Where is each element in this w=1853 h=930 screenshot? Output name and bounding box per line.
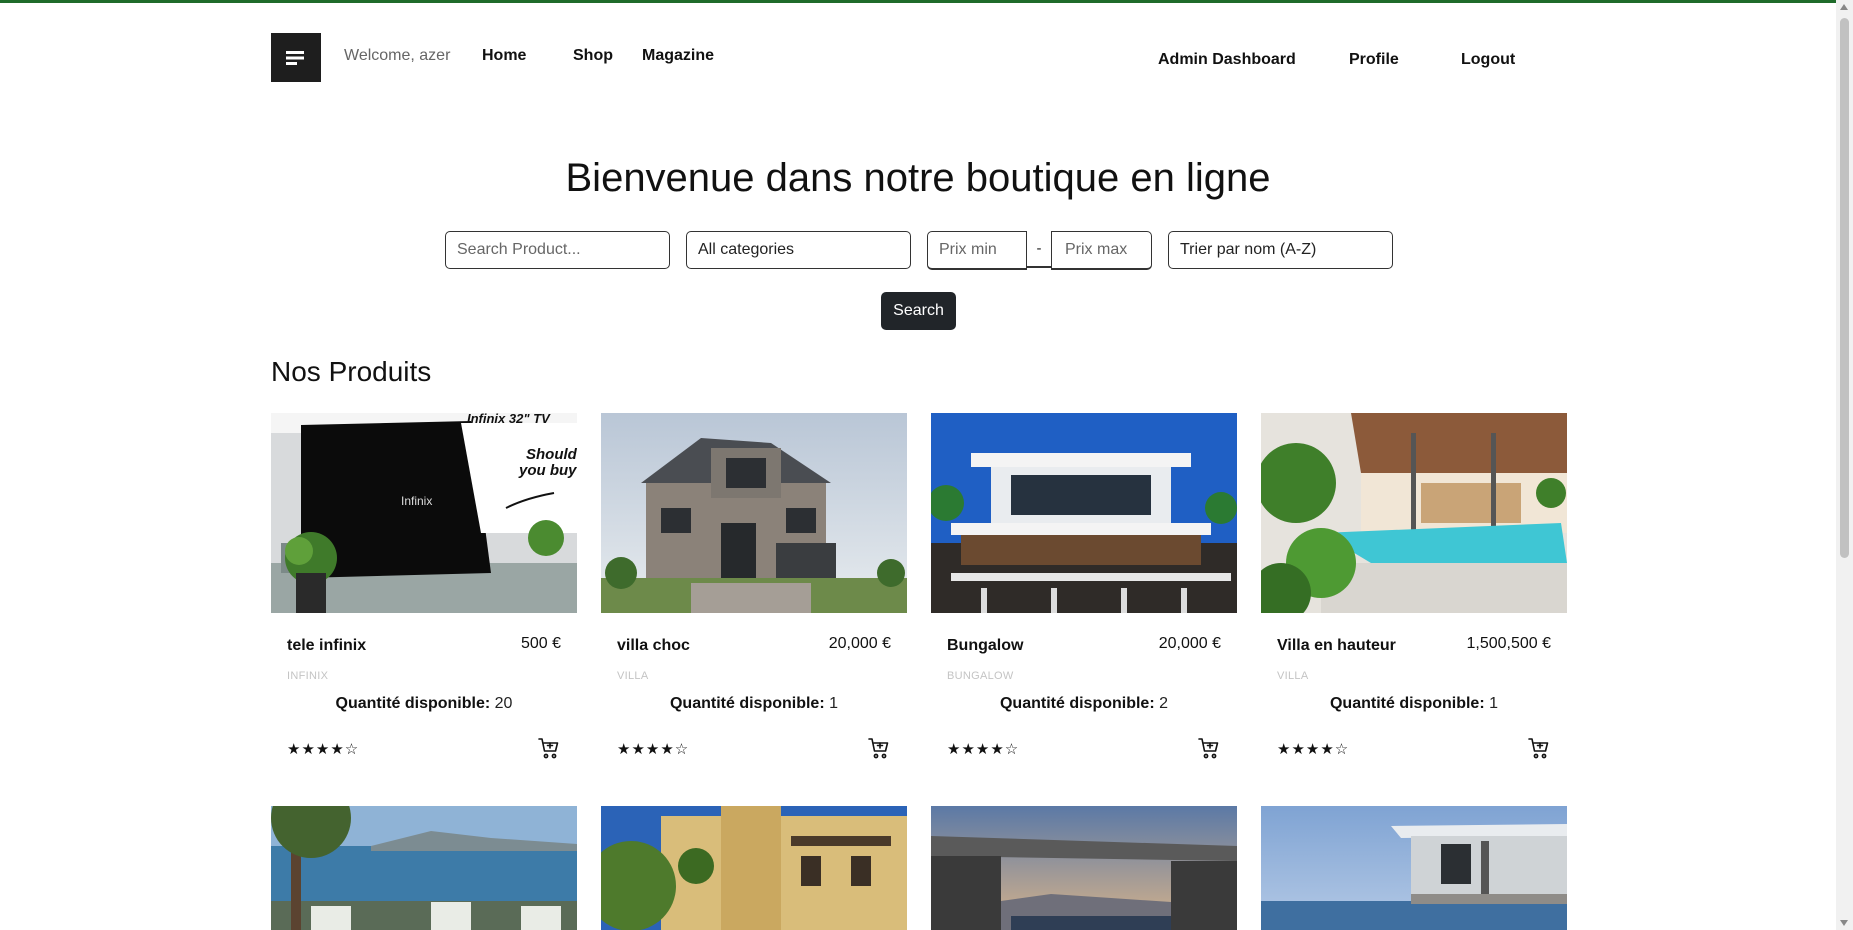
- product-brand: VILLA: [617, 670, 649, 682]
- sort-select[interactable]: Trier par nom (A-Z): [1168, 231, 1393, 269]
- price-max-input[interactable]: Prix max: [1051, 231, 1152, 270]
- product-card[interactable]: Bungalow 20,000 € BUNGALOW Quantité disp…: [931, 413, 1237, 759]
- product-name[interactable]: villa choc: [617, 637, 690, 655]
- nav-home-link[interactable]: Home: [482, 47, 526, 65]
- product-card[interactable]: villa choc 20,000 € VILLA Quantité dispo…: [601, 413, 907, 759]
- product-image[interactable]: [1261, 413, 1567, 613]
- product-image[interactable]: [601, 806, 907, 930]
- top-accent-line: [0, 0, 1853, 3]
- product-image[interactable]: [1261, 806, 1567, 930]
- quantity-value: 2: [1159, 695, 1169, 712]
- welcome-text: Welcome, azer: [344, 47, 451, 64]
- star-rating: ★★★★☆: [617, 741, 690, 758]
- search-button[interactable]: Search: [881, 292, 956, 330]
- admin-dashboard-link[interactable]: Admin Dashboard: [1158, 51, 1296, 69]
- product-card[interactable]: [271, 806, 577, 930]
- product-card[interactable]: Villa en hauteur 1,500,500 € VILLA Quant…: [1261, 413, 1567, 759]
- quantity-label: Quantité disponible:: [1329, 695, 1485, 712]
- star-rating: ★★★★☆: [947, 741, 1020, 758]
- product-name[interactable]: Bungalow: [947, 637, 1023, 655]
- tv-logo-text: Infinix: [401, 494, 432, 508]
- logout-link[interactable]: Logout: [1461, 51, 1515, 69]
- cart-plus-icon[interactable]: [1527, 736, 1551, 760]
- product-quantity: Quantité disponible: 1: [1261, 695, 1567, 713]
- product-quantity: Quantité disponible: 2: [931, 695, 1237, 713]
- profile-link[interactable]: Profile: [1349, 51, 1399, 69]
- product-brand: BUNGALOW: [947, 670, 1014, 682]
- nav-shop-link[interactable]: Shop: [573, 47, 613, 65]
- cart-plus-icon[interactable]: [867, 736, 891, 760]
- product-image[interactable]: [601, 413, 907, 613]
- cart-plus-icon[interactable]: [537, 736, 561, 760]
- category-select[interactable]: All categories: [686, 231, 911, 269]
- quantity-label: Quantité disponible:: [335, 695, 491, 712]
- product-image[interactable]: [271, 806, 577, 930]
- product-card[interactable]: [601, 806, 907, 930]
- product-price: 1,500,500 €: [1466, 635, 1551, 652]
- product-brand: INFINIX: [287, 670, 329, 682]
- search-input[interactable]: Search Product...: [445, 231, 670, 269]
- product-price: 500 €: [520, 635, 561, 652]
- product-image[interactable]: Infinix Infinix 32" TV Should you buy: [271, 413, 577, 613]
- quantity-label: Quantité disponible:: [999, 695, 1155, 712]
- product-quantity: Quantité disponible: 1: [601, 695, 907, 713]
- product-card[interactable]: [1261, 806, 1567, 930]
- product-quantity: Quantité disponible: 20: [271, 695, 577, 713]
- quantity-value: 1: [829, 695, 839, 712]
- product-name[interactable]: tele infinix: [287, 637, 366, 655]
- menu-icon: [286, 50, 304, 65]
- scrollbar-thumb[interactable]: [1840, 18, 1849, 558]
- tv-model-text: Infinix 32" TV: [467, 413, 551, 426]
- products-section-title: Nos Produits: [271, 356, 432, 387]
- menu-button[interactable]: [271, 33, 321, 82]
- price-min-input[interactable]: Prix min: [927, 231, 1027, 270]
- product-card[interactable]: [931, 806, 1237, 930]
- scroll-down-icon[interactable]: [1840, 920, 1848, 926]
- product-image[interactable]: [931, 806, 1237, 930]
- cart-plus-icon[interactable]: [1197, 736, 1221, 760]
- page-title: Bienvenue dans notre boutique en ligne: [565, 156, 1271, 200]
- product-name[interactable]: Villa en hauteur: [1277, 637, 1396, 655]
- vertical-scrollbar[interactable]: [1836, 0, 1853, 930]
- product-price: 20,000 €: [1158, 635, 1221, 652]
- product-price: 20,000 €: [828, 635, 891, 652]
- product-brand: VILLA: [1277, 670, 1309, 682]
- star-rating: ★★★★☆: [287, 741, 360, 758]
- quantity-value: 20: [494, 695, 513, 712]
- price-range: Prix min - Prix max: [927, 231, 1152, 270]
- tv-headline-2: you buy: [518, 462, 577, 479]
- product-image[interactable]: [931, 413, 1237, 613]
- star-rating: ★★★★☆: [1277, 741, 1350, 758]
- price-separator: -: [1027, 231, 1051, 268]
- quantity-label: Quantité disponible:: [669, 695, 825, 712]
- quantity-value: 1: [1489, 695, 1499, 712]
- nav-magazine-link[interactable]: Magazine: [642, 47, 714, 65]
- product-card[interactable]: Infinix Infinix 32" TV Should you buy te…: [271, 413, 577, 759]
- tv-headline-1: Should: [526, 446, 577, 463]
- scroll-up-icon[interactable]: [1840, 4, 1848, 10]
